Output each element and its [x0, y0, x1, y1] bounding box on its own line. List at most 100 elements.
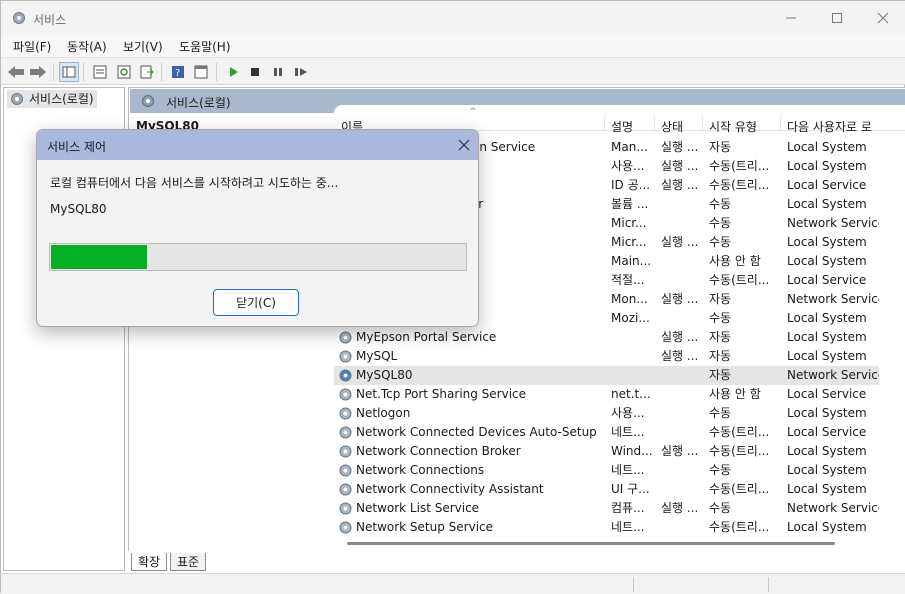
service-gear-icon [339, 350, 352, 363]
cell-name: Network List Service [356, 501, 480, 515]
column-header-log-on-as[interactable]: 다음 사용자로 로 [787, 118, 872, 135]
cell-startup-type: 수동 [709, 197, 732, 211]
pause-service-button[interactable] [268, 62, 288, 82]
service-gear-icon [339, 388, 352, 401]
maximize-button[interactable] [814, 1, 860, 35]
column-header-status[interactable]: 상태 [661, 118, 683, 135]
column-divider[interactable] [780, 115, 781, 131]
forward-button[interactable] [28, 62, 48, 82]
table-row[interactable]: Netlogon 사용... 수동 Local System [334, 404, 879, 423]
menu-bar: 파일(F) 동작(A) 보기(V) 도움말(H) [1, 35, 905, 57]
cell-status: 실행 ... [661, 292, 699, 306]
cell-description: 네트... [611, 425, 645, 439]
cell-name: Net.Tcp Port Sharing Service [356, 387, 527, 401]
cell-log-on-as: Local System [787, 520, 867, 534]
cell-description: 네트... [611, 463, 645, 477]
properties-icon [93, 65, 107, 79]
column-divider[interactable] [702, 115, 703, 131]
horizontal-scrollbar-thumb[interactable] [347, 542, 835, 545]
column-divider[interactable] [654, 115, 655, 131]
service-gear-icon [339, 464, 352, 477]
back-arrow-icon [8, 66, 24, 78]
cell-log-on-as: Local Service [787, 425, 867, 439]
table-row[interactable]: Network List Service 컴퓨... 실행 ... 수동 Network… [334, 499, 879, 518]
export-list-button[interactable] [137, 62, 157, 82]
services-gear-icon [11, 93, 23, 105]
cell-description: Wind... [611, 444, 653, 458]
cell-log-on-as: Network Service [787, 216, 879, 230]
dialog-close-button[interactable] [452, 133, 476, 157]
menu-help[interactable]: 도움말(H) [179, 38, 231, 55]
table-row[interactable]: Network Connected Devices Auto-Setup 네트..… [334, 423, 879, 442]
restart-service-button[interactable] [291, 62, 311, 82]
cell-log-on-as: Local System [787, 444, 867, 458]
table-row[interactable]: Network Setup Service 네트... 수동(트리... Local … [334, 518, 879, 535]
cell-description: Micr... [611, 216, 647, 230]
console-tree-icon [62, 66, 76, 78]
stop-icon [251, 68, 259, 76]
stop-service-button[interactable] [245, 62, 265, 82]
cell-description: Micr... [611, 235, 647, 249]
refresh-icon [117, 65, 131, 79]
cell-log-on-as: Local System [787, 254, 867, 268]
cell-log-on-as: Local Service [787, 178, 867, 192]
cell-log-on-as: Local System [787, 235, 867, 249]
cell-status: 실행 ... [661, 349, 699, 363]
table-row[interactable]: Net.Tcp Port Sharing Service net.t... 사용 안… [334, 385, 879, 404]
table-row[interactable]: Network Connections 네트... 수동 Local System [334, 461, 879, 480]
cell-startup-type: 수동 [709, 406, 732, 420]
cell-description: UI 구... [611, 482, 650, 496]
cell-log-on-as: Local System [787, 406, 867, 420]
dialog-message: 로컬 컴퓨터에서 다음 서비스를 시작하려고 시도하는 중... [50, 176, 339, 190]
tab-standard[interactable]: 표준 [170, 553, 207, 571]
column-header-startup-type[interactable]: 시작 유형 [709, 118, 757, 135]
table-row[interactable]: MySQL80 자동 Network Service [334, 366, 879, 385]
cell-name: MySQL80 [356, 368, 413, 382]
menu-action[interactable]: 동작(A) [67, 38, 107, 55]
cell-description: Man... [611, 140, 648, 154]
mmc-view-button[interactable] [191, 62, 211, 82]
cell-startup-type: 수동(트리... [709, 444, 770, 458]
window-title: 서비스 [33, 13, 67, 27]
column-divider[interactable] [604, 115, 605, 131]
table-row[interactable]: MyEpson Portal Service 실행 ... 자동 Local Syst… [334, 328, 879, 347]
service-gear-icon [339, 407, 352, 420]
cell-status: 실행 ... [661, 140, 699, 154]
cell-description: 컴퓨... [611, 501, 645, 515]
status-separator [633, 577, 634, 592]
close-window-button[interactable] [860, 1, 905, 35]
cell-log-on-as: Local System [787, 482, 867, 496]
cell-log-on-as: Local Service [787, 273, 867, 287]
cell-startup-type: 수동 [709, 501, 732, 515]
tree-item-services-local[interactable]: 서비스(로컬) [7, 90, 97, 108]
menu-view[interactable]: 보기(V) [123, 38, 163, 55]
tab-extended[interactable]: 확장 [131, 553, 168, 571]
maximize-icon [832, 13, 842, 23]
cell-log-on-as: Network Service [787, 368, 879, 382]
back-button[interactable] [6, 62, 26, 82]
cell-description: 볼륨 ... [611, 197, 649, 211]
show-hide-console-tree-button[interactable] [59, 62, 79, 82]
table-row[interactable]: Network Connectivity Assistant UI 구... 수동(… [334, 480, 879, 499]
cell-startup-type: 자동 [709, 349, 732, 363]
help-button[interactable]: ? [168, 62, 188, 82]
cell-startup-type: 수동(트리... [709, 482, 770, 496]
cell-log-on-as: Local System [787, 463, 867, 477]
table-row[interactable]: Network Connection Broker Wind... 실행 ... 수동… [334, 442, 879, 461]
cell-log-on-as: Network Service [787, 501, 879, 515]
properties-button[interactable] [90, 62, 110, 82]
cell-startup-type: 수동(트리... [709, 273, 770, 287]
menu-file[interactable]: 파일(F) [13, 38, 51, 55]
cell-status: 실행 ... [661, 235, 699, 249]
refresh-button[interactable] [114, 62, 134, 82]
forward-arrow-icon [30, 66, 46, 78]
minimize-button[interactable] [768, 1, 814, 35]
column-header-description[interactable]: 설명 [611, 118, 633, 135]
cell-log-on-as: Local System [787, 140, 867, 154]
table-row[interactable]: MySQL 실행 ... 자동 Local System [334, 347, 879, 366]
cell-startup-type: 자동 [709, 368, 732, 382]
cell-log-on-as: Local System [787, 311, 867, 325]
close-icon [877, 12, 889, 24]
start-service-button[interactable] [223, 62, 243, 82]
close-dialog-button[interactable]: 닫기(C) [213, 289, 299, 316]
